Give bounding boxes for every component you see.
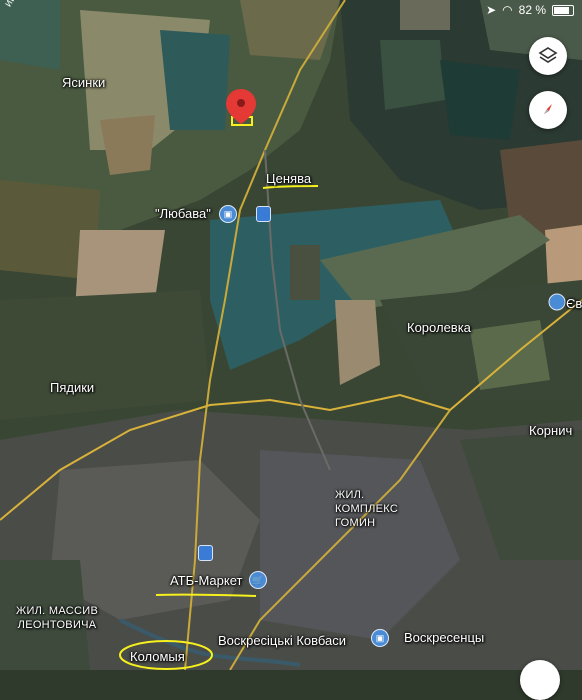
label-voskresentsy: Воскресенцы	[404, 630, 485, 645]
battery-percent: 82 %	[518, 3, 546, 17]
label-zhil-gomin: ЖИЛ. КОМПЛЕКС ГОМИН	[335, 489, 399, 529]
layers-button[interactable]	[529, 37, 567, 75]
status-bar: ица Січ ➤ ◠ 82 %	[0, 0, 582, 20]
shopping-bag-icon[interactable]: ▣	[219, 205, 237, 223]
label-zhil-leontovicha: ЖИЛ. МАССИВ ЛЕОНТОВИЧА	[16, 605, 99, 631]
satellite-map[interactable]	[0, 0, 582, 670]
label-kornich: Корнич	[529, 423, 573, 438]
partial-label: ица Січ	[2, 0, 31, 9]
arrow-icon: ➤	[486, 3, 497, 17]
shopping-cart-icon[interactable]: 🛒	[249, 571, 267, 589]
label-lyubava: "Любава"	[155, 206, 211, 221]
label-yasinki: Ясинки	[62, 75, 106, 90]
compass-button[interactable]	[529, 91, 567, 129]
label-korolevka: Королевка	[407, 320, 471, 335]
wifi-icon: ◠	[502, 3, 513, 17]
label-kolomyia: Коломыя	[130, 649, 185, 664]
compass-icon	[544, 104, 552, 114]
bottom-fab[interactable]	[520, 660, 560, 700]
battery-icon	[552, 4, 574, 16]
label-tsenyava: Ценява	[266, 171, 312, 186]
shopping-bag-icon[interactable]: ▣	[371, 629, 389, 647]
layers-icon	[538, 47, 558, 63]
label-edge: Єв	[566, 296, 582, 311]
shop-icon[interactable]	[548, 293, 566, 311]
label-voskresenskie: Воскресіцькі Ковбаси	[218, 633, 347, 648]
label-pyadiki: Пядики	[50, 380, 95, 395]
label-atb: АТБ-Маркет	[170, 573, 243, 588]
bus-stop-icon[interactable]	[256, 206, 271, 222]
bus-stop-icon[interactable]	[198, 545, 213, 561]
